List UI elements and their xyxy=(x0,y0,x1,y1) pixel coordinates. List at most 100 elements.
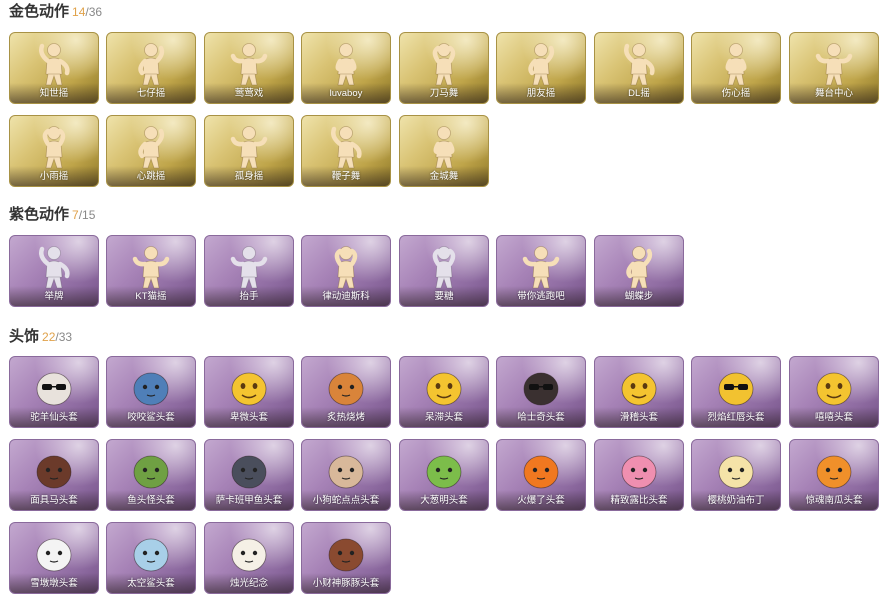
emote-tile[interactable]: 带你逃跑吧 xyxy=(496,235,586,307)
dance-pose-icon xyxy=(624,43,655,86)
toast-head-icon xyxy=(328,372,364,406)
tile-label: 知世摇 xyxy=(10,83,98,103)
tile-label: 小雨摇 xyxy=(10,166,98,186)
headwear-tile[interactable]: 嘻嘻头套 xyxy=(789,356,879,428)
horse-head-icon xyxy=(36,455,72,489)
tile-label: 莺莺戏 xyxy=(205,83,293,103)
emote-tile[interactable]: 刀马舞 xyxy=(399,32,489,104)
dance-pose-icon xyxy=(335,43,357,86)
headwear-tile[interactable]: 大葱明头套 xyxy=(399,439,489,511)
tile-label: 咬咬鲨头套 xyxy=(107,407,195,427)
emote-tile[interactable]: 莺莺戏 xyxy=(204,32,294,104)
emote-tile[interactable]: 律动迪斯科 xyxy=(301,235,391,307)
headwear-tile[interactable]: 樱桃奶油布丁 xyxy=(691,439,781,511)
tile-label: 鞭子舞 xyxy=(302,166,390,186)
dance-pose-icon xyxy=(815,43,853,86)
headwear-tile[interactable]: 惊魂南瓜头套 xyxy=(789,439,879,511)
pumpkin-head-icon xyxy=(816,455,852,489)
emote-tile[interactable]: 七仔摇 xyxy=(106,32,196,104)
tile-label: luvaboy xyxy=(302,83,390,103)
tile-label: 刀马舞 xyxy=(400,83,488,103)
total-count: /33 xyxy=(55,330,73,344)
section-title: 紫色动作 7/15 xyxy=(9,206,95,224)
dance-pose-icon xyxy=(522,246,560,289)
emote-tile[interactable]: 小雨摇 xyxy=(9,115,99,187)
headwear-tile[interactable]: 火爆了头套 xyxy=(496,439,586,511)
headwear-tile[interactable]: 呆滞头套 xyxy=(399,356,489,428)
dance-pose-icon xyxy=(432,43,456,86)
emote-tile[interactable]: KT猫摇 xyxy=(106,235,196,307)
dance-pose-icon xyxy=(334,246,358,289)
emote-tile[interactable]: 蝴蝶步 xyxy=(594,235,684,307)
tile-label: 火爆了头套 xyxy=(497,490,585,510)
tile-label: 小财神豚豚头套 xyxy=(302,573,390,593)
tile-label: DL摇 xyxy=(595,83,683,103)
pudding-head-icon xyxy=(718,455,754,489)
headwear-tile[interactable]: 太空鲨头套 xyxy=(106,522,196,594)
tile-label: 驼羊仙头套 xyxy=(10,407,98,427)
tile-label: 七仔摇 xyxy=(107,83,195,103)
emote-tile[interactable]: 鞭子舞 xyxy=(301,115,391,187)
tile-label: 烈焰红唇头套 xyxy=(692,407,780,427)
emote-tile[interactable]: 金城舞 xyxy=(399,115,489,187)
headwear-tile[interactable]: 哈士奇头套 xyxy=(496,356,586,428)
owned-count: 22 xyxy=(42,330,56,344)
dance-pose-icon xyxy=(138,126,165,169)
standing-pose-icon xyxy=(432,246,456,289)
sunglasses-bear-head-icon xyxy=(36,372,72,406)
fish-monster-head-icon xyxy=(133,455,169,489)
tile-label: 要糖 xyxy=(400,286,488,306)
dance-pose-icon xyxy=(230,43,268,86)
tile-label: 炙热烧烤 xyxy=(302,407,390,427)
scallion-head-icon xyxy=(426,455,462,489)
emote-tile[interactable]: DL摇 xyxy=(594,32,684,104)
tile-label: 舞台中心 xyxy=(790,83,878,103)
headwear-tile[interactable]: 炙热烧烤 xyxy=(301,356,391,428)
headwear-tile[interactable]: 滑稽头套 xyxy=(594,356,684,428)
headwear-tile[interactable]: 萨卡班甲鱼头套 xyxy=(204,439,294,511)
emote-tile[interactable]: 要糖 xyxy=(399,235,489,307)
headwear-tile[interactable]: 面具马头套 xyxy=(9,439,99,511)
owned-count: 14 xyxy=(72,5,86,19)
emote-tile[interactable]: 知世摇 xyxy=(9,32,99,104)
headwear-tile[interactable]: 卑微头套 xyxy=(204,356,294,428)
dance-pose-icon xyxy=(528,43,555,86)
tile-label: 大葱明头套 xyxy=(400,490,488,510)
pikachu-head-icon xyxy=(718,372,754,406)
tile-label: 蝴蝶步 xyxy=(595,286,683,306)
emote-tile[interactable]: 孤身摇 xyxy=(204,115,294,187)
tile-label: 樱桃奶油布丁 xyxy=(692,490,780,510)
dance-pose-icon xyxy=(42,126,66,169)
emote-tile[interactable]: 伤心摇 xyxy=(691,32,781,104)
tile-label: 带你逃跑吧 xyxy=(497,286,585,306)
grin-teeth-emoji-head-icon xyxy=(816,372,852,406)
shark-head-icon xyxy=(133,372,169,406)
headwear-tile[interactable]: 雪墩墩头套 xyxy=(9,522,99,594)
dance-pose-icon xyxy=(39,43,70,86)
emote-tile[interactable]: 舞台中心 xyxy=(789,32,879,104)
headwear-tile[interactable]: 烈焰红唇头套 xyxy=(691,356,781,428)
emote-tile[interactable]: 抬手 xyxy=(204,235,294,307)
headwear-tile[interactable]: 小财神豚豚头套 xyxy=(301,522,391,594)
headwear-tile[interactable]: 精致露比头套 xyxy=(594,439,684,511)
emote-tile[interactable]: 举牌 xyxy=(9,235,99,307)
total-count: /36 xyxy=(85,5,103,19)
space-shark-head-icon xyxy=(133,538,169,572)
tile-label: 烛光纪念 xyxy=(205,573,293,593)
husky-head-icon xyxy=(523,372,559,406)
emote-tile[interactable]: luvaboy xyxy=(301,32,391,104)
emote-tile[interactable]: 朋友摇 xyxy=(496,32,586,104)
headwear-tile[interactable]: 驼羊仙头套 xyxy=(9,356,99,428)
dance-pose-icon xyxy=(138,43,165,86)
headwear-tile[interactable]: 鱼头怪头套 xyxy=(106,439,196,511)
dazed-emoji-head-icon xyxy=(426,372,462,406)
headwear-tile[interactable]: 烛光纪念 xyxy=(204,522,294,594)
tile-label: 孤身摇 xyxy=(205,166,293,186)
tile-label: 心跳摇 xyxy=(107,166,195,186)
tile-label: 伤心摇 xyxy=(692,83,780,103)
headwear-tile[interactable]: 咬咬鲨头套 xyxy=(106,356,196,428)
emote-tile[interactable]: 心跳摇 xyxy=(106,115,196,187)
section-name: 紫色动作 xyxy=(9,206,70,223)
headwear-tile[interactable]: 小狗蛇点点头套 xyxy=(301,439,391,511)
tile-label: 滑稽头套 xyxy=(595,407,683,427)
